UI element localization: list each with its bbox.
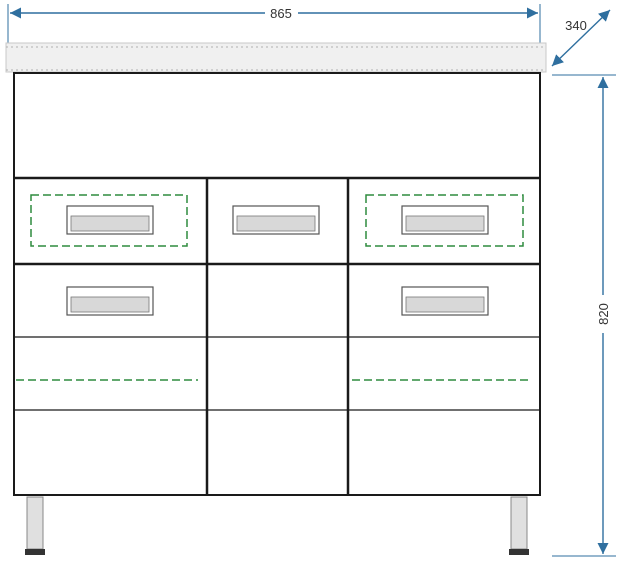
width-label: 865 bbox=[270, 6, 292, 21]
leg-right-post bbox=[510, 496, 528, 550]
depth-dimension: 340 bbox=[551, 9, 611, 67]
handle bbox=[401, 286, 489, 316]
handle bbox=[232, 205, 320, 235]
handle-mid-left-inner bbox=[70, 296, 150, 313]
leg-right bbox=[509, 496, 529, 555]
handle-top-center-inner bbox=[236, 215, 316, 232]
leg-left-post bbox=[26, 496, 44, 550]
leg-left bbox=[25, 496, 45, 555]
height-dimension: 820 bbox=[552, 74, 616, 557]
leg-left-foot bbox=[25, 549, 45, 555]
handle-mid-right-inner bbox=[405, 296, 485, 313]
cabinet-frame bbox=[13, 72, 541, 496]
depth-label: 340 bbox=[565, 18, 587, 33]
handle-top-left-inner bbox=[70, 215, 150, 232]
cabinet-body bbox=[13, 72, 541, 496]
cabinet-drawing: 865 340 820 bbox=[5, 4, 616, 557]
handle-top-right-inner bbox=[405, 215, 485, 232]
leg-right-foot bbox=[509, 549, 529, 555]
height-label: 820 bbox=[596, 303, 611, 325]
handle bbox=[66, 205, 154, 235]
handle bbox=[66, 286, 154, 316]
handle bbox=[401, 205, 489, 235]
